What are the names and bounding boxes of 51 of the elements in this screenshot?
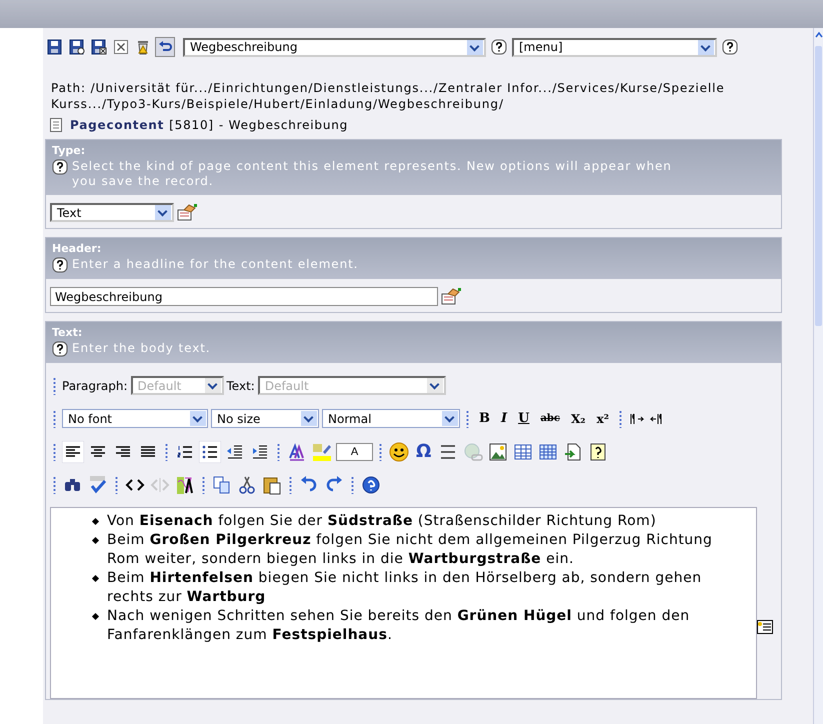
smiley-icon[interactable]	[388, 440, 410, 462]
format-button[interactable]: B	[475, 408, 494, 430]
size-select[interactable]: No size	[211, 409, 319, 428]
document-icon	[49, 118, 63, 132]
format-button[interactable]: x²	[592, 408, 613, 430]
format-button[interactable]: U	[514, 408, 534, 430]
field-label: Header:	[52, 242, 102, 255]
align-left-icon[interactable]	[62, 440, 84, 462]
type-select[interactable]: Text	[50, 203, 174, 222]
font-select[interactable]: No font	[62, 409, 208, 428]
header-input[interactable]: Wegbeschreibung	[50, 287, 438, 306]
format-button[interactable]: abc	[536, 408, 564, 430]
paragraph-label: Paragraph:	[62, 378, 128, 392]
help-icon[interactable]	[52, 257, 68, 273]
help-icon[interactable]	[52, 159, 68, 175]
rich-text-editor[interactable]	[50, 507, 758, 699]
undo-icon[interactable]	[155, 37, 175, 57]
save-view-icon[interactable]	[67, 37, 87, 57]
special-character-button[interactable]: Ω	[413, 441, 434, 462]
close-icon[interactable]	[111, 37, 131, 57]
list-item: Nach wenigen Schritten sehen Sie bereits den Grünen Hügel und folgen den Fanfarenklängen zum Festspielhaus.	[91, 607, 727, 645]
help-icon[interactable]	[722, 39, 738, 55]
style-box[interactable]: A	[336, 442, 373, 460]
field-help-text: Enter a headline for the content element.	[72, 257, 358, 272]
format-button[interactable]: X₂	[567, 408, 590, 430]
field-label: Text:	[52, 326, 84, 339]
field-help-text: Enter the body text.	[72, 341, 211, 356]
image-icon[interactable]	[487, 440, 510, 462]
wizard-icon[interactable]	[176, 204, 198, 222]
spellcheck-icon[interactable]	[87, 474, 109, 496]
field-label: Type:	[52, 144, 86, 157]
scrollbar[interactable]	[813, 28, 823, 724]
record-title: - Wegbeschreibung	[218, 118, 348, 132]
menu-select[interactable]: [menu]	[512, 38, 717, 56]
page-select[interactable]: Wegbeschreibung	[183, 38, 486, 56]
help-icon[interactable]	[491, 39, 507, 55]
field-help-text: Select the kind of page content this element represents. New options will appear when you save the record.	[72, 159, 673, 189]
list-item: Beim Großen Pilgerkreuz folgen Sie nicht dem allgemeinen Pilgerzug Richtung Rom weiter, sondern biegen links in die Wartburgstraße ein.	[91, 531, 727, 569]
help-icon[interactable]	[360, 474, 382, 496]
format-select[interactable]: Normal	[322, 409, 460, 428]
record-table: Pagecontent	[70, 118, 164, 132]
text-style-label: Text:	[226, 378, 255, 392]
save-close-icon[interactable]	[89, 37, 109, 57]
list-item: Von Eisenach folgen Sie der Südstraße (Straßenschilder Richtung Rom)	[91, 512, 727, 531]
format-button[interactable]: I	[497, 408, 512, 430]
help-icon[interactable]	[52, 341, 68, 357]
bullet-list-icon[interactable]	[199, 440, 221, 462]
record-uid: [5810]	[169, 118, 214, 132]
record-path: Path: /Universität für.../Einrichtungen/Dienstleistungs.../Zentraler Infor.../Services/Kurse/Spezielle Kurss.../Typo3-Kurs/Beispiele/Hubert/Einladung/Wegbeschreibung/	[51, 80, 726, 112]
list-icon[interactable]	[757, 620, 773, 634]
wizard-icon[interactable]	[440, 288, 462, 306]
